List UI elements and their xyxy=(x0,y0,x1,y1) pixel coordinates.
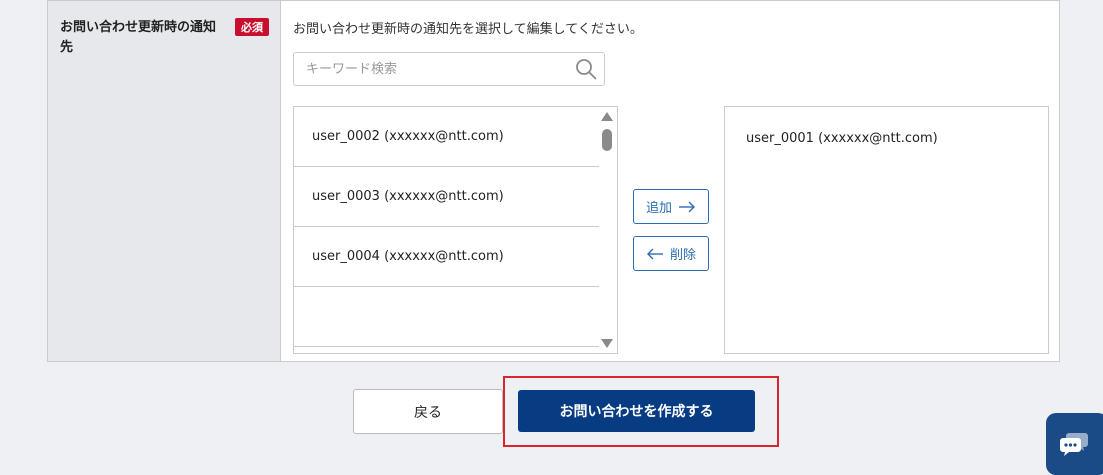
list-scrollbar[interactable] xyxy=(597,107,617,353)
field-content-cell: お問い合わせ更新時の通知先を選択して編集してください。 user_0002 (x… xyxy=(281,1,1059,361)
selected-users-list[interactable]: user_0001 (xxxxxx@ntt.com) xyxy=(724,106,1049,354)
scroll-thumb[interactable] xyxy=(602,129,612,151)
scroll-down-arrow-icon[interactable] xyxy=(601,339,613,348)
list-item-empty[interactable] xyxy=(294,287,599,347)
search-box[interactable] xyxy=(293,52,605,86)
list-item[interactable]: user_0003 (xxxxxx@ntt.com) xyxy=(294,167,599,227)
chat-widget-button[interactable] xyxy=(1046,413,1103,475)
back-button[interactable]: 戻る xyxy=(353,389,503,434)
available-users-list[interactable]: user_0002 (xxxxxx@ntt.com) user_0003 (xx… xyxy=(293,106,618,354)
arrow-left-icon xyxy=(646,248,663,259)
arrow-right-icon xyxy=(679,201,695,212)
add-button-label: 追加 xyxy=(645,201,672,216)
notification-recipient-row: お問い合わせ更新時の通知先 必須 お問い合わせ更新時の通知先を選択して編集してく… xyxy=(47,0,1060,362)
search-icon[interactable] xyxy=(574,57,598,81)
create-inquiry-button[interactable]: お問い合わせを作成する xyxy=(518,390,755,432)
list-item[interactable]: user_0004 (xxxxxx@ntt.com) xyxy=(294,227,599,287)
chat-bubbles-icon xyxy=(1060,433,1088,456)
selected-list-item[interactable]: user_0001 (xxxxxx@ntt.com) xyxy=(746,131,938,146)
list-item-label: user_0004 (xxxxxx@ntt.com) xyxy=(312,249,504,264)
list-item-label: user_0002 (xxxxxx@ntt.com) xyxy=(312,129,504,144)
add-button[interactable]: 追加 xyxy=(633,189,709,224)
field-label-cell: お問い合わせ更新時の通知先 必須 xyxy=(48,1,281,361)
required-badge: 必須 xyxy=(235,18,269,36)
field-instruction: お問い合わせ更新時の通知先を選択して編集してください。 xyxy=(293,22,643,37)
field-label: お問い合わせ更新時の通知先 xyxy=(60,20,217,55)
list-item-label: user_0003 (xxxxxx@ntt.com) xyxy=(312,189,504,204)
list-item[interactable]: user_0002 (xxxxxx@ntt.com) xyxy=(294,107,599,167)
remove-button[interactable]: 削除 xyxy=(633,236,709,271)
scroll-up-arrow-icon[interactable] xyxy=(601,112,613,121)
remove-button-label: 削除 xyxy=(669,248,696,263)
search-input[interactable] xyxy=(294,53,576,85)
